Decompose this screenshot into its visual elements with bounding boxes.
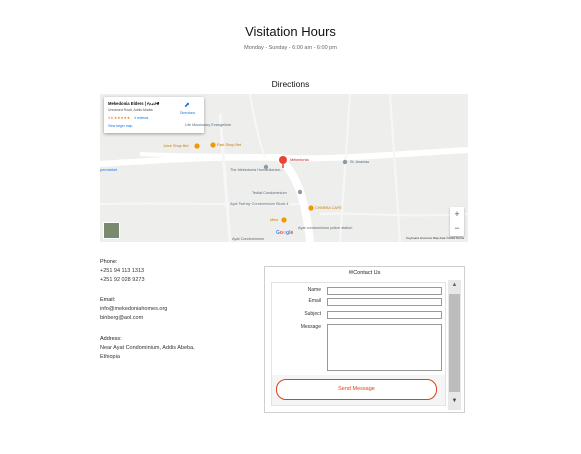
map-label-juice: Juice Shop Bet [163,144,189,148]
directions-link[interactable]: Directions [180,111,195,115]
directions-icon[interactable]: ⬈ [184,101,190,109]
email-1[interactable]: info@mekedoniahomes.org [100,305,167,314]
name-label: Name [307,287,321,293]
send-message-button[interactable]: Send Message [276,379,437,400]
location-pin[interactable] [279,156,287,164]
name-input[interactable] [327,287,442,295]
place-address: Unnamed Road, Addis Ababa [108,108,153,112]
map-label-ayat-tsehay: Ayat Tsehay Condominium Block 4 [230,202,289,206]
map-label-st-ananias: St. Ananias [350,160,370,164]
phone-block: Phone: +251 94 113 1313 +251 92 028 9273 [100,258,145,285]
embedded-map[interactable]: Mekedonia Elders | የአረጋዊ Unnamed Road, A… [100,94,468,242]
map-label-chebra: CHEBRA CAFE [315,206,342,210]
email-field[interactable] [327,298,442,306]
form-scrollbar[interactable]: ▲ ▼ [448,280,461,410]
zoom-in-button[interactable]: + [450,207,464,221]
scrollbar-thumb[interactable] [449,294,460,392]
map-label-permarket: permarket [100,168,118,172]
google-logo: Google [276,230,294,236]
email-field-label: Email [308,298,321,304]
contact-header: ✉Contact Us [348,270,381,276]
email-block: Email: info@mekedoniahomes.org binberg@a… [100,296,167,323]
map-label-ayat-police: Ayat condominium police station [298,226,353,230]
email-2[interactable]: binberg@aol.com [100,314,167,323]
map-label-tedlat: Tedlat Condominium [252,191,287,195]
address-block: Address: Near Ayat Condominium, Addis Ab… [100,335,195,362]
map-label-mesi: Mesi [270,218,279,222]
view-larger-map-link[interactable]: View larger map [108,124,132,128]
message-label: Message [300,324,321,330]
map-label-humanitarian: The Mekedonia Humanitarian... [230,168,283,172]
map-label-ayat-condo: Ayat Condominium [232,237,265,241]
reviews-link[interactable]: 4 reviews [134,116,148,120]
address-label: Address: [100,336,122,342]
phone-label: Phone: [100,259,118,265]
place-name: Mekedonia Elders | የአረጋዊ [108,101,160,106]
phone-1[interactable]: +251 94 113 1313 [100,267,145,276]
send-area: Send Message [272,375,445,405]
message-textarea[interactable] [327,324,442,371]
map-footer: Keyboard shortcuts Map data ©2024 Terms [406,236,464,240]
scroll-up-icon[interactable]: ▲ [448,282,461,288]
map-label-life-missionary: Life Missionary Evangelism [185,123,232,127]
subject-label: Subject [304,311,321,317]
address-line-1: Near Ayat Condominium, Addis Abeba, [100,345,195,351]
map-label-mekedonia: Mekedonia [290,158,309,162]
address-line-2: Ethiopia [100,354,120,360]
phone-2[interactable]: +251 92 028 9273 [100,276,145,285]
directions-title: Directions [271,79,310,89]
zoom-out-button[interactable]: − [450,221,464,235]
zoom-controls: + − [450,207,464,236]
scroll-down-icon[interactable]: ▼ [448,398,461,404]
visitation-hours: Monday - Sunday - 6:00 am - 6:00 pm [244,45,337,51]
contact-form: Name Email Subject Message Send Message [271,282,446,406]
email-label: Email: [100,297,116,303]
place-card: Mekedonia Elders | የአረጋዊ Unnamed Road, A… [104,97,204,133]
satellite-toggle[interactable] [103,222,120,239]
subject-input[interactable] [327,311,442,319]
map-label-fast: Fast Shop Bet [217,143,242,147]
contact-widget: ✉Contact Us Name Email Subject Message S… [264,266,465,413]
visitation-title: Visitation Hours [245,24,336,39]
place-rating: 4.6 ★★★★★ [108,116,131,120]
